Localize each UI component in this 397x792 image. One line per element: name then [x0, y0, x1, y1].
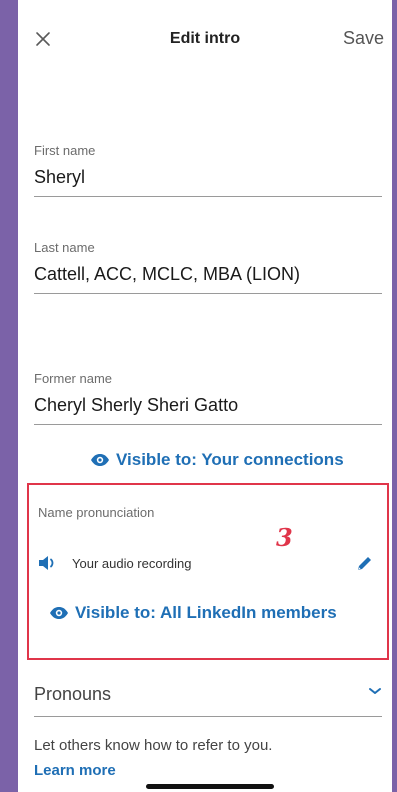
last-name-label: Last name [34, 240, 95, 255]
learn-more-link[interactable]: Learn more [34, 762, 116, 779]
former-name-field[interactable]: Former name Cheryl Sherly Sheri Gatto [34, 371, 382, 425]
pronunciation-visibility-text: Visible to: All LinkedIn members [75, 603, 337, 622]
first-name-label: First name [34, 143, 96, 158]
annotation-number: 3 [276, 523, 293, 552]
pronunciation-visibility-link[interactable]: Visible to: All LinkedIn members [49, 603, 337, 623]
audio-recording-play-button[interactable]: Your audio recording [38, 555, 192, 571]
former-name-value[interactable]: Cheryl Sherly Sheri Gatto [34, 395, 382, 424]
save-button[interactable]: Save [343, 28, 384, 49]
eye-icon [91, 454, 109, 466]
home-indicator [146, 784, 274, 789]
speaker-icon [39, 556, 54, 570]
first-name-value[interactable]: Sheryl [34, 167, 382, 196]
last-name-field[interactable]: Last name Cattell, ACC, MCLC, MBA (LION) [34, 240, 382, 294]
header: Edit intro Save [18, 0, 392, 80]
former-name-visibility-text: Visible to: Your connections [116, 450, 344, 469]
pronouns-dropdown[interactable]: Pronouns [34, 680, 382, 717]
name-pronunciation-label: Name pronunciation [38, 505, 155, 520]
edit-intro-sheet: Edit intro Save First name Sheryl Last n… [18, 0, 392, 792]
pronouns-label: Pronouns [34, 684, 112, 704]
pronouns-helper-text: Let others know how to refer to you. [34, 737, 273, 754]
former-name-label: Former name [34, 371, 113, 386]
former-name-visibility-link[interactable]: Visible to: Your connections [90, 450, 344, 470]
pencil-icon [358, 557, 371, 570]
first-name-field[interactable]: First name Sheryl [34, 143, 382, 197]
audio-recording-label: Your audio recording [72, 555, 192, 571]
name-pronunciation-section: Name pronunciation 3 Your audio recordin… [27, 483, 389, 660]
chevron-down-icon [369, 688, 381, 694]
page-title: Edit intro [169, 30, 241, 47]
eye-icon [50, 607, 68, 619]
last-name-value[interactable]: Cattell, ACC, MCLC, MBA (LION) [34, 264, 382, 293]
edit-pronunciation-button[interactable] [355, 555, 373, 578]
